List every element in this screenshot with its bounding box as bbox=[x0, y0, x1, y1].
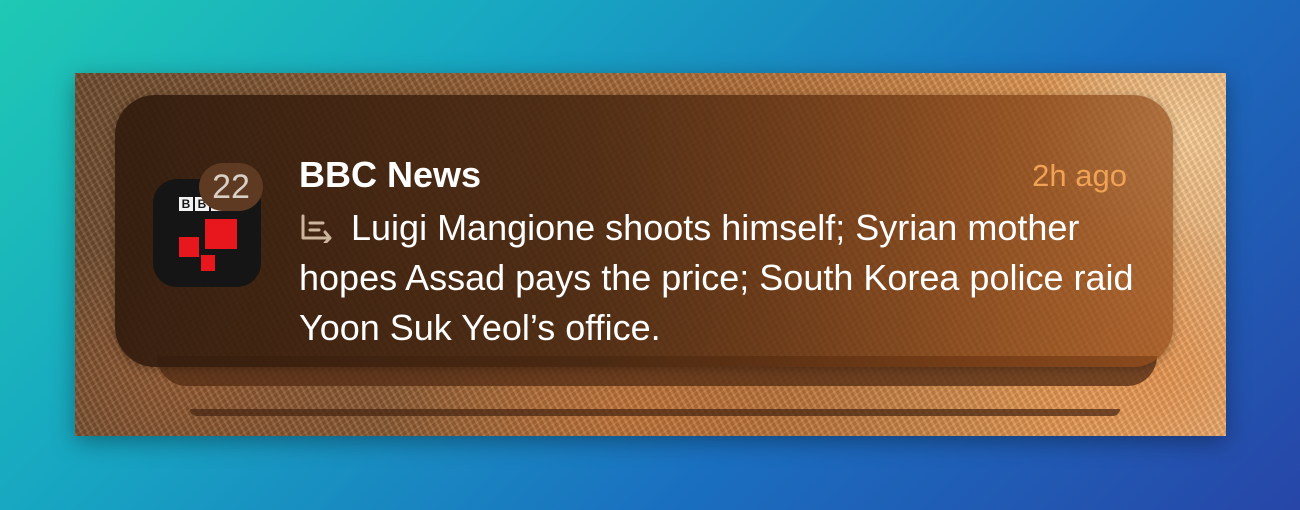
icon-red-square-small bbox=[179, 237, 199, 257]
notification-count-badge: 22 bbox=[199, 163, 263, 211]
icon-red-square-tiny bbox=[201, 255, 215, 271]
notification-card[interactable]: B B C 22 BBC News 2h ago Luigi Mangione … bbox=[115, 95, 1173, 367]
stacked-notification-back[interactable] bbox=[190, 409, 1120, 416]
notification-message-text: Luigi Mangione shoots himself; Syrian mo… bbox=[299, 207, 1134, 348]
app-name: BBC News bbox=[299, 154, 482, 195]
notification-timestamp: 2h ago bbox=[1032, 158, 1127, 193]
lock-screen-screenshot: B B C 22 BBC News 2h ago Luigi Mangione … bbox=[75, 73, 1226, 436]
notification-body: Luigi Mangione shoots himself; Syrian mo… bbox=[299, 203, 1159, 353]
icon-red-square-large bbox=[205, 219, 237, 249]
summary-lines-arrow-icon bbox=[301, 214, 332, 243]
bbc-logo-letter: B bbox=[179, 197, 193, 211]
